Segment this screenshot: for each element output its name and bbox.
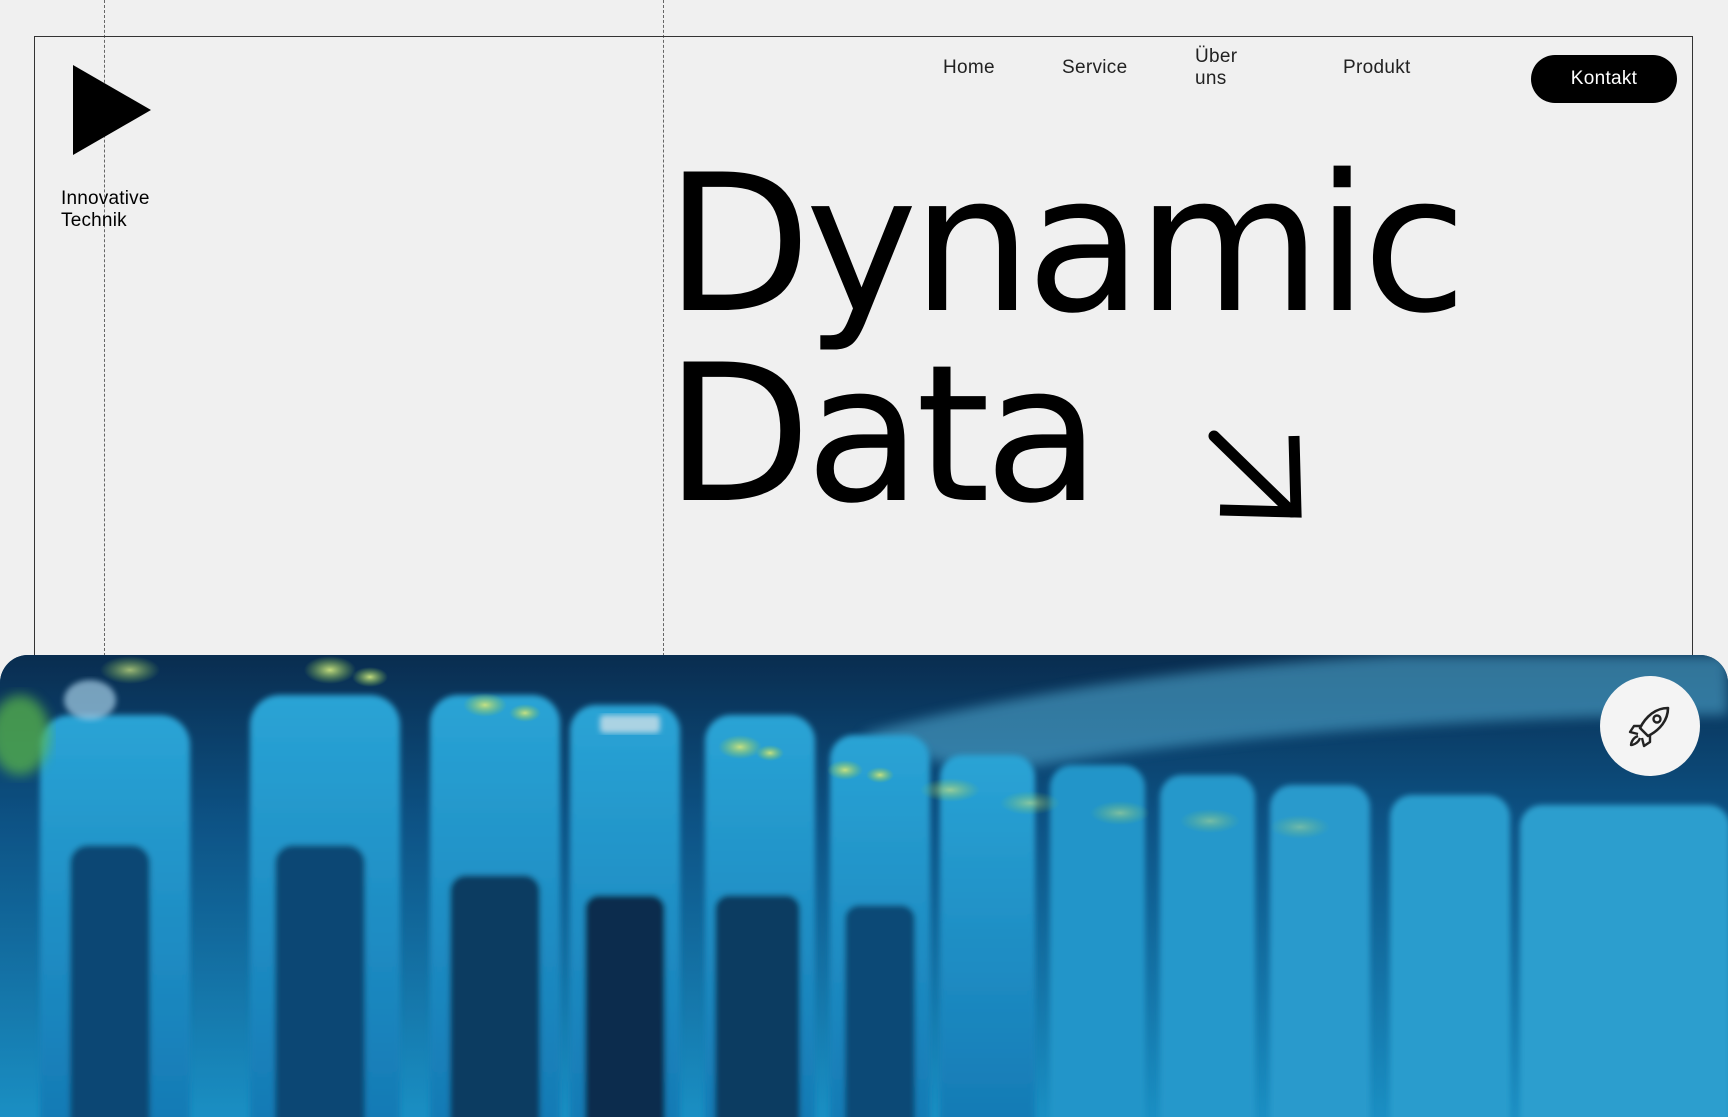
server-rack-illustration	[0, 655, 1728, 1117]
contact-button[interactable]: Kontakt	[1531, 55, 1677, 103]
nav-item-service[interactable]: Service	[1062, 57, 1127, 79]
hero-headline: Dynamic Data	[665, 134, 1467, 545]
arrow-down-right-icon	[1208, 430, 1302, 518]
rocket-icon	[1628, 706, 1670, 748]
play-triangle-icon[interactable]	[73, 65, 151, 155]
nav-item-home[interactable]: Home	[943, 57, 995, 79]
headline-line1: Dynamic	[665, 134, 1467, 355]
hero-image	[0, 655, 1728, 1117]
brand-name: Innovative Technik	[61, 188, 150, 232]
headline-line2: Data	[665, 324, 1101, 545]
brand-name-line2: Technik	[61, 210, 127, 231]
rocket-button[interactable]	[1600, 676, 1700, 776]
nav-item-ueber-uns[interactable]: Über uns	[1195, 46, 1237, 90]
nav-item-produkt[interactable]: Produkt	[1343, 57, 1411, 79]
brand-name-line1: Innovative	[61, 188, 150, 209]
landing-page: Innovative Technik Home Service Über uns…	[0, 0, 1728, 1117]
